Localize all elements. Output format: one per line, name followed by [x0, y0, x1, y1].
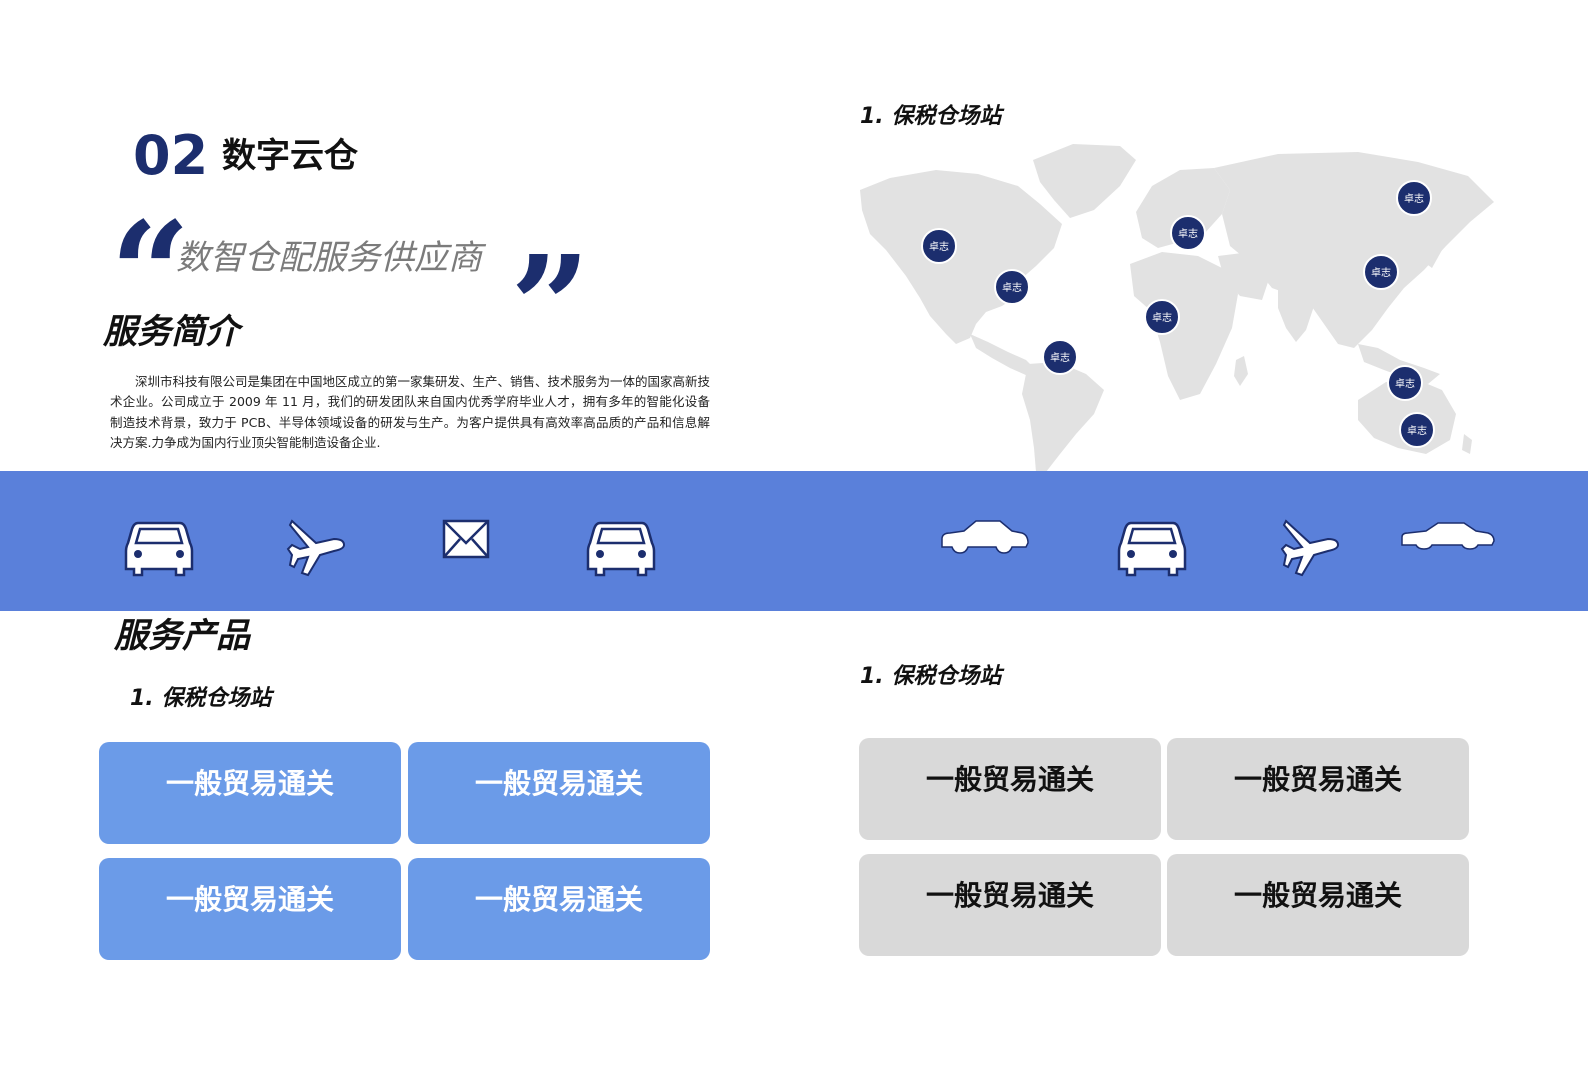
- section-title: 数字云仓: [222, 136, 358, 176]
- airplane-icon: [286, 519, 346, 577]
- svg-text:卓志: 卓志: [1371, 266, 1391, 279]
- map-label: 1. 保税仓场站: [860, 104, 1002, 129]
- car-front-icon: [586, 521, 656, 577]
- envelope-icon: [442, 519, 490, 559]
- product-button[interactable]: 一般贸易通关: [1167, 738, 1469, 840]
- svg-text:卓志: 卓志: [929, 240, 949, 253]
- svg-text:卓志: 卓志: [1152, 311, 1172, 324]
- product-button[interactable]: 一般贸易通关: [99, 742, 401, 844]
- svg-text:卓志: 卓志: [1407, 424, 1427, 437]
- svg-text:卓志: 卓志: [1395, 377, 1415, 390]
- svg-text:卓志: 卓志: [1002, 281, 1022, 294]
- map-pin[interactable]: 卓志: [1144, 299, 1180, 335]
- products-title: 服务产品: [114, 616, 250, 656]
- icon-band: [0, 471, 1588, 611]
- products-right-label: 1. 保税仓场站: [860, 664, 1002, 689]
- car-front-icon: [124, 521, 194, 577]
- products-left-label: 1. 保税仓场站: [130, 686, 272, 711]
- product-button[interactable]: 一般贸易通关: [408, 742, 710, 844]
- intro-title: 服务简介: [103, 312, 239, 352]
- map-pin[interactable]: 卓志: [1042, 339, 1078, 375]
- quote-close-icon: ”: [510, 226, 590, 390]
- product-button[interactable]: 一般贸易通关: [1167, 854, 1469, 956]
- intro-text: 深圳市科技有限公司是集团在中国地区成立的第一家集研发、生产、销售、技术服务为一体…: [110, 374, 711, 450]
- svg-text:卓志: 卓志: [1178, 227, 1198, 240]
- world-map: 卓志 卓志 卓志 卓志 卓志 卓志 卓志 卓志 卓志: [860, 144, 1494, 472]
- svg-text:卓志: 卓志: [1050, 351, 1070, 364]
- product-button[interactable]: 一般贸易通关: [859, 854, 1161, 956]
- sedan-side-icon: [941, 520, 1029, 554]
- map-pin[interactable]: 卓志: [1387, 365, 1423, 401]
- map-pin[interactable]: 卓志: [1363, 254, 1399, 290]
- sedan-side-icon: [1401, 522, 1495, 550]
- car-front-icon: [1117, 521, 1187, 577]
- product-button[interactable]: 一般贸易通关: [859, 738, 1161, 840]
- airplane-icon: [1280, 519, 1340, 577]
- map-pin[interactable]: 卓志: [1170, 215, 1206, 251]
- svg-text:卓志: 卓志: [1404, 192, 1424, 205]
- section-number: 02: [133, 124, 209, 187]
- map-pin[interactable]: 卓志: [1396, 180, 1432, 216]
- product-button[interactable]: 一般贸易通关: [99, 858, 401, 960]
- map-pin[interactable]: 卓志: [994, 269, 1030, 305]
- map-pin[interactable]: 卓志: [1399, 412, 1435, 448]
- product-button[interactable]: 一般贸易通关: [408, 858, 710, 960]
- map-pin[interactable]: 卓志: [921, 228, 957, 264]
- slogan: 数智仓配服务供应商: [176, 238, 482, 278]
